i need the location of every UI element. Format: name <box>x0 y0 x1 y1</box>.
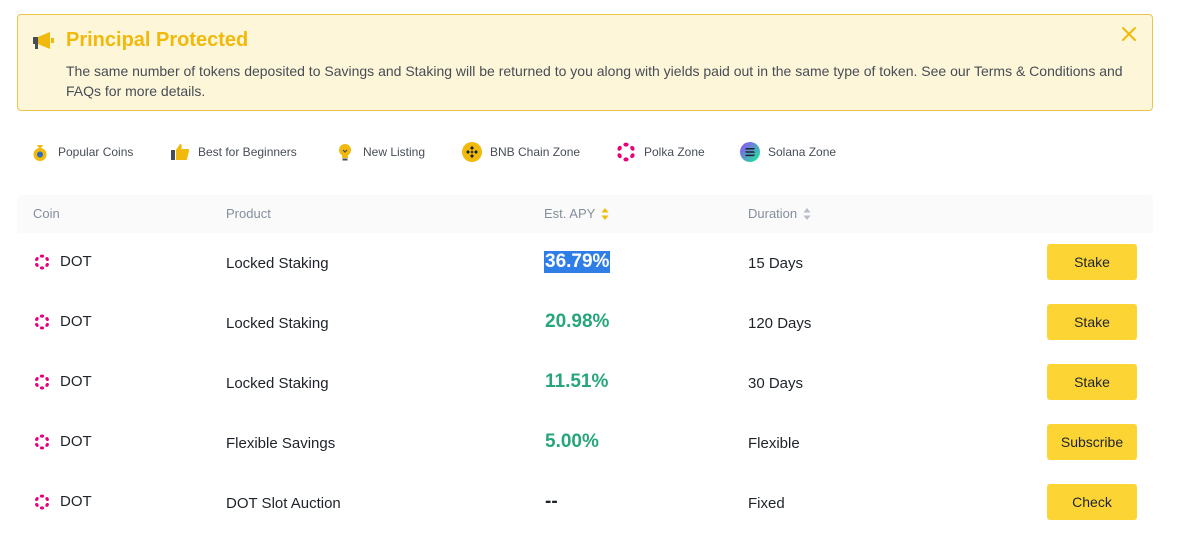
coin-cell: DOT <box>34 433 92 450</box>
filter-label: BNB Chain Zone <box>490 145 581 159</box>
header-coin: Coin <box>33 206 60 221</box>
product-cell: DOT Slot Auction <box>226 495 341 512</box>
apy-cell: 20.98% <box>545 311 610 332</box>
header-apy[interactable]: Est. APY <box>544 206 609 221</box>
apy-cell: 11.51% <box>545 371 609 392</box>
filter-bnb-chain-zone[interactable]: BNB Chain Zone <box>462 140 580 164</box>
megaphone-icon <box>33 32 54 49</box>
filter-label: Best for Beginners <box>198 145 297 159</box>
coin-cell: DOT <box>34 253 92 270</box>
polkadot-icon <box>35 253 49 270</box>
table-row: DOT DOT Slot Auction -- Fixed Check <box>17 473 1153 533</box>
stake-button[interactable]: Stake <box>1047 364 1137 400</box>
polkadot-icon <box>35 373 49 390</box>
lightbulb-icon <box>339 144 351 161</box>
bnb-icon <box>462 142 482 162</box>
coin-cell: DOT <box>34 313 92 330</box>
apy-cell: 5.00% <box>545 431 599 452</box>
header-apy-label: Est. APY <box>544 206 596 221</box>
polkadot-icon <box>35 313 49 330</box>
coin-name: DOT <box>60 313 92 330</box>
table-row: DOT Locked Staking 36.79% 15 Days Stake <box>17 233 1153 293</box>
header-duration-label: Duration <box>748 206 798 221</box>
duration-cell: Fixed <box>748 495 785 512</box>
filter-label: Popular Coins <box>58 145 134 159</box>
coin-name: DOT <box>60 433 92 450</box>
product-cell: Flexible Savings <box>226 435 336 452</box>
sort-icon[interactable] <box>601 207 609 221</box>
subscribe-button[interactable]: Subscribe <box>1047 424 1137 460</box>
banner-title: Principal Protected <box>66 29 249 51</box>
filter-label: Polka Zone <box>644 145 705 159</box>
coin-cell: DOT <box>34 373 92 390</box>
filter-label: New Listing <box>363 145 426 159</box>
thumbs-up-icon <box>171 144 190 160</box>
product-cell: Locked Staking <box>226 375 329 392</box>
principal-protected-banner: Principal Protected The same number of t… <box>17 14 1153 111</box>
apy-cell: -- <box>545 491 558 512</box>
coin-name: DOT <box>60 493 92 510</box>
duration-cell: 120 Days <box>748 315 812 332</box>
duration-cell: 30 Days <box>748 375 804 392</box>
polkadot-icon <box>35 433 49 450</box>
table-row: DOT Locked Staking 11.51% 30 Days Stake <box>17 353 1153 413</box>
table-row: DOT Locked Staking 20.98% 120 Days Stake <box>17 293 1153 353</box>
solana-icon <box>740 142 760 162</box>
duration-cell: 15 Days <box>748 255 804 272</box>
filter-solana-zone[interactable]: Solana Zone <box>740 140 836 164</box>
duration-cell: Flexible <box>748 435 800 452</box>
close-icon[interactable] <box>1120 25 1138 43</box>
filter-best-for-beginners[interactable]: Best for Beginners <box>170 140 297 164</box>
coin-name: DOT <box>60 253 92 270</box>
table-row: DOT Flexible Savings 5.00% Flexible Subs… <box>17 413 1153 473</box>
sort-icon[interactable] <box>803 207 811 221</box>
polkadot-icon <box>35 493 49 510</box>
stake-button[interactable]: Stake <box>1047 304 1137 340</box>
filter-new-listing[interactable]: New Listing <box>335 140 425 164</box>
stake-button[interactable]: Stake <box>1047 244 1137 280</box>
product-cell: Locked Staking <box>226 255 329 272</box>
product-cell: Locked Staking <box>226 315 329 332</box>
coin-bag-icon <box>33 145 47 161</box>
coin-name: DOT <box>60 373 92 390</box>
header-product: Product <box>226 206 271 221</box>
filter-popular-coins[interactable]: Popular Coins <box>30 140 133 164</box>
banner-text: The same number of tokens deposited to S… <box>66 63 1123 99</box>
polkadot-icon <box>617 142 635 162</box>
apy-cell: 36.79% <box>544 251 611 273</box>
header-duration[interactable]: Duration <box>748 206 811 221</box>
filter-polka-zone[interactable]: Polka Zone <box>616 140 705 164</box>
table-header: Coin Product Est. APY Duration <box>17 195 1153 233</box>
coin-cell: DOT <box>34 493 92 510</box>
check-button[interactable]: Check <box>1047 484 1137 520</box>
filter-label: Solana Zone <box>768 145 837 159</box>
